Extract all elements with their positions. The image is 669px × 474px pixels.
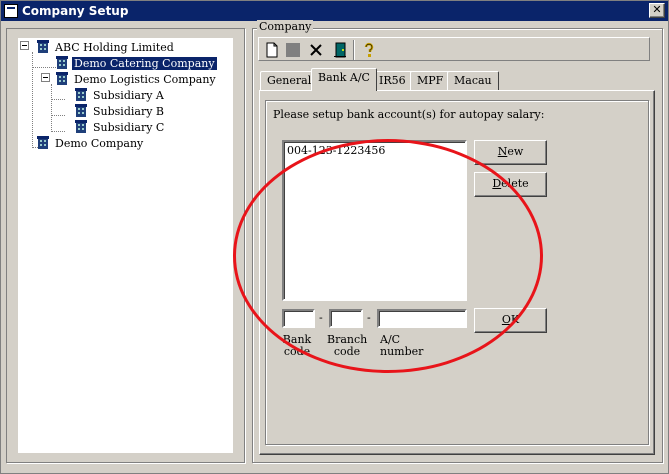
tree-item-abc-holding[interactable]: ABC Holding Limited: [37, 40, 176, 55]
title-bar[interactable]: Company Setup ✕: [1, 1, 668, 21]
tree-connector: [51, 84, 52, 132]
tree-connector: [51, 131, 65, 132]
tree-item-subsidiary-a[interactable]: Subsidiary A: [75, 88, 166, 103]
branch-code-label-line: code: [333, 345, 361, 358]
ok-button[interactable]: OK: [474, 308, 547, 333]
bank-code-input[interactable]: [282, 309, 315, 328]
toolbar-separator: [353, 40, 355, 60]
new-button-accel: N: [497, 145, 508, 158]
tree-collapse-toggle[interactable]: [41, 73, 50, 82]
delete-button[interactable]: Delete: [474, 172, 547, 197]
building-icon: [37, 136, 49, 149]
tab-ir56[interactable]: IR56: [372, 71, 413, 90]
tree-collapse-toggle[interactable]: [20, 41, 29, 50]
ok-button-label: K: [510, 313, 520, 326]
tree-item-subsidiary-b[interactable]: Subsidiary B: [75, 104, 166, 119]
code-separator: -: [319, 311, 323, 324]
building-icon: [37, 40, 49, 53]
ok-button-accel: O: [501, 313, 511, 326]
code-separator: -: [367, 311, 371, 324]
tree-item-demo-company[interactable]: Demo Company: [37, 136, 145, 151]
tree-item-label: Subsidiary B: [93, 105, 164, 118]
tab-bank-ac[interactable]: Bank A/C: [311, 68, 377, 91]
window-icon: [4, 4, 18, 18]
tree-connector: [51, 115, 65, 116]
building-icon: [75, 120, 87, 133]
tree-connector: [32, 67, 56, 68]
bank-code-label-line: code: [283, 345, 311, 358]
branch-code-input[interactable]: [329, 309, 363, 328]
tree-item-demo-catering[interactable]: Demo Catering Company: [56, 56, 218, 71]
bank-account-list-item[interactable]: 004-123-1223456: [287, 144, 462, 157]
tab-general[interactable]: General: [260, 71, 319, 90]
save-icon[interactable]: [284, 41, 302, 59]
ac-number-input[interactable]: [377, 309, 467, 328]
branch-code-label: Branch code: [327, 334, 367, 358]
tab-macau[interactable]: Macau: [447, 71, 499, 90]
tree-item-label: Subsidiary A: [93, 89, 164, 102]
tree-item-subsidiary-c[interactable]: Subsidiary C: [75, 120, 166, 135]
company-group-label: Company: [257, 20, 314, 33]
toolbar: [258, 37, 650, 61]
exit-door-icon[interactable]: [331, 41, 349, 59]
ac-number-label: A/C number: [380, 333, 424, 358]
tree-item-demo-logistics[interactable]: Demo Logistics Company: [56, 72, 218, 87]
bank-account-list[interactable]: 004-123-1223456: [282, 140, 467, 301]
help-key-icon[interactable]: [360, 41, 378, 59]
delete-icon[interactable]: [307, 41, 325, 59]
tree-item-label: Demo Logistics Company: [74, 73, 216, 86]
new-button-label: ew: [507, 145, 524, 158]
bank-instruction-text: Please setup bank account(s) for autopay…: [273, 108, 545, 121]
building-icon: [56, 56, 68, 69]
close-button[interactable]: ✕: [649, 3, 665, 18]
company-setup-window: Company Setup ✕ ABC Holding Limited Demo…: [0, 0, 669, 474]
building-icon: [56, 72, 68, 85]
tree-item-label: Demo Company: [55, 137, 144, 150]
building-icon: [75, 104, 87, 117]
delete-button-accel: D: [492, 177, 502, 190]
new-document-icon[interactable]: [263, 41, 281, 59]
tree-item-label: Subsidiary C: [93, 121, 165, 134]
tree-item-label: Demo Catering Company: [71, 56, 218, 71]
tree-connector: [51, 99, 65, 100]
building-icon: [75, 88, 87, 101]
tree-item-label: ABC Holding Limited: [55, 41, 174, 54]
tab-mpf[interactable]: MPF: [410, 71, 451, 90]
new-button[interactable]: New: [474, 140, 547, 165]
window-title: Company Setup: [22, 4, 129, 18]
company-tree[interactable]: ABC Holding Limited Demo Catering Compan…: [18, 38, 233, 453]
delete-button-label: elete: [501, 177, 529, 190]
bank-code-label: Bank code: [282, 334, 312, 358]
